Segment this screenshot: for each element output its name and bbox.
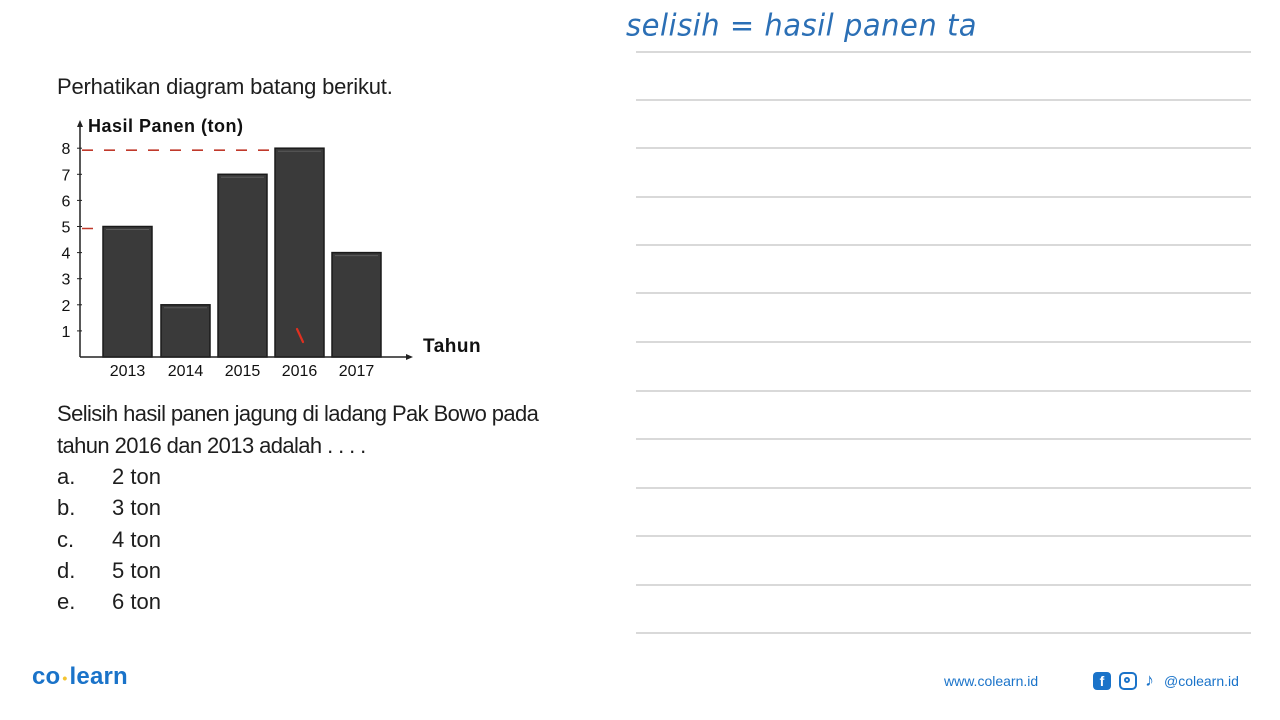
logo-dot: • xyxy=(62,669,68,686)
y-axis-arrow xyxy=(77,120,83,127)
facebook-icon[interactable]: f xyxy=(1093,671,1111,690)
option-e[interactable]: e. 6 ton xyxy=(57,586,161,617)
option-text: 4 ton xyxy=(112,526,161,552)
y-tick-label: 8 xyxy=(62,141,71,158)
ruled-line xyxy=(636,292,1251,294)
x-tick-label: 2014 xyxy=(168,363,204,380)
handwritten-note: selisih = hasil panen ta xyxy=(626,7,978,43)
y-axis-label: Hasil Panen (ton) xyxy=(88,116,244,136)
option-text: 2 ton xyxy=(112,464,161,489)
y-tick-label: 7 xyxy=(62,167,71,184)
y-tick-label: 1 xyxy=(62,324,71,341)
ruled-line xyxy=(636,535,1251,537)
ruled-line xyxy=(636,147,1251,149)
instagram-icon[interactable] xyxy=(1119,671,1137,690)
y-tick-label: 5 xyxy=(62,220,71,237)
option-text: 5 ton xyxy=(112,557,161,583)
option-letter: d. xyxy=(57,557,76,583)
answer-options: a. 2 ton b. 3 ton c. 4 ton d. 5 ton e. 6 ton xyxy=(57,461,161,617)
website-link[interactable]: www.colearn.id xyxy=(944,673,1038,689)
option-letter: b. xyxy=(57,495,76,521)
question-text: Selisih hasil panen jagung di ladang Pak… xyxy=(57,398,539,462)
logo-part-learn: learn xyxy=(69,663,128,690)
ruled-line xyxy=(636,632,1251,634)
ruled-line xyxy=(636,438,1251,440)
bar-2017 xyxy=(331,251,382,358)
question-line-1: Selisih hasil panen jagung di ladang Pak… xyxy=(57,401,539,426)
bar-2016 xyxy=(274,147,325,358)
logo-part-co: co xyxy=(32,663,61,690)
x-tick-labels: 2013 2014 2015 2016 2017 xyxy=(110,363,375,380)
ruled-line xyxy=(636,51,1251,53)
option-d[interactable]: d. 5 ton xyxy=(57,555,161,586)
ruled-line xyxy=(636,341,1251,343)
x-tick-label: 2017 xyxy=(339,363,375,380)
tiktok-icon[interactable]: ♪ xyxy=(1145,670,1154,691)
bars xyxy=(102,147,382,358)
option-text: 6 ton xyxy=(112,589,161,615)
social-handle[interactable]: @colearn.id xyxy=(1164,673,1239,689)
x-tick-label: 2013 xyxy=(110,363,146,380)
option-text: 3 ton xyxy=(112,495,161,521)
ruled-line xyxy=(636,244,1251,246)
bar-2015 xyxy=(217,173,268,358)
option-letter: e. xyxy=(57,589,76,615)
y-tick-label: 3 xyxy=(62,272,71,289)
y-tick-label: 4 xyxy=(62,246,71,263)
option-letter: a. xyxy=(57,464,76,489)
x-axis-arrow xyxy=(406,354,413,360)
option-b[interactable]: b. 3 ton xyxy=(57,492,161,523)
x-axis-label: Tahun xyxy=(423,336,481,357)
bar-2013 xyxy=(102,225,153,358)
y-ticks: 1 2 3 4 5 6 7 8 xyxy=(62,141,82,341)
bar-chart: 1 2 3 4 5 6 7 8 2013 2014 2015 2016 2017 Hasil Pane… xyxy=(62,116,481,380)
social-links: f ♪ @colearn.id xyxy=(1093,670,1239,691)
option-c[interactable]: c. 4 ton xyxy=(57,524,161,555)
ruled-line xyxy=(636,390,1251,392)
ruled-line xyxy=(636,584,1251,586)
question-line-2: tahun 2016 dan 2013 adalah . . . . xyxy=(57,433,366,458)
ruled-line xyxy=(636,99,1251,101)
x-tick-label: 2016 xyxy=(282,363,318,380)
option-a[interactable]: a. 2 ton xyxy=(57,461,161,492)
y-tick-label: 6 xyxy=(62,193,71,210)
y-tick-label: 2 xyxy=(62,298,71,315)
colearn-logo: co •learn xyxy=(32,663,128,691)
x-tick-label: 2015 xyxy=(225,363,261,380)
ruled-line xyxy=(636,487,1251,489)
ruled-line xyxy=(636,196,1251,198)
bar-2014 xyxy=(160,304,211,358)
option-letter: c. xyxy=(57,526,75,552)
